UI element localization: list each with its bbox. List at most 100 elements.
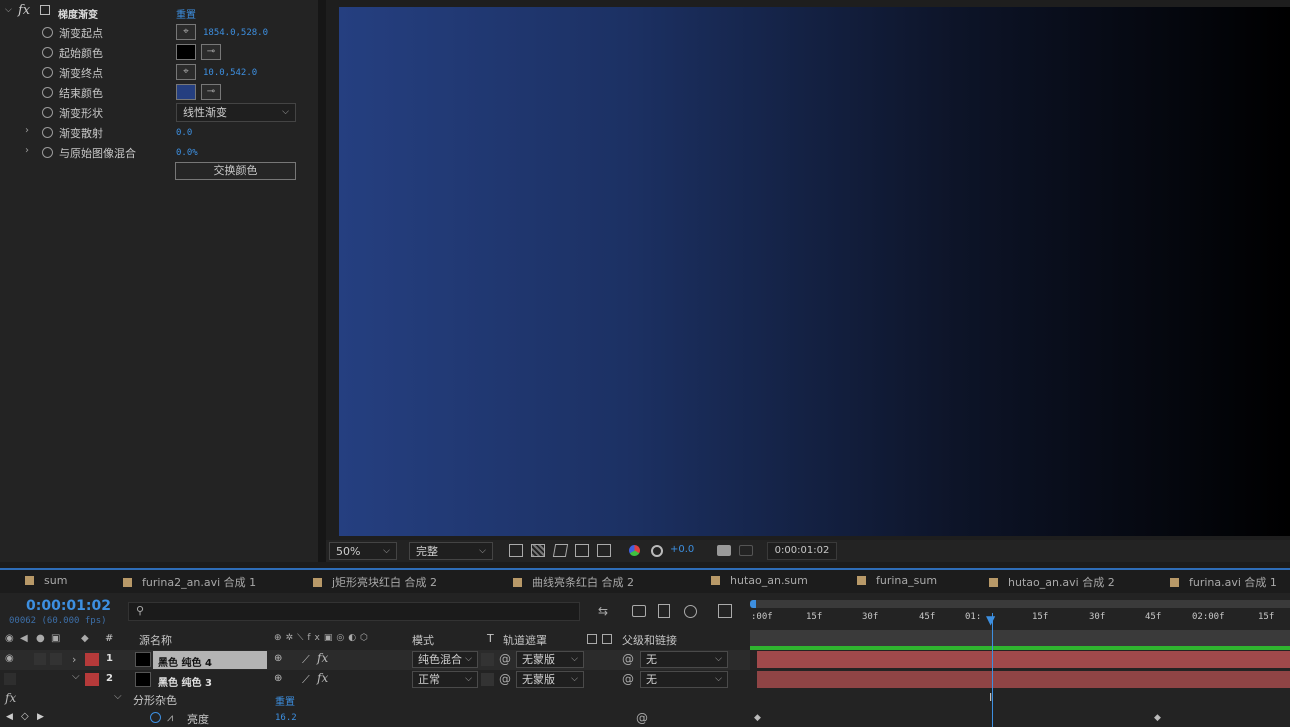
fx-icon[interactable]: fx [5, 691, 16, 705]
blend-mode-select[interactable]: 纯色混合 ⌵ [412, 651, 478, 668]
composition-canvas[interactable] [339, 7, 1290, 536]
visibility-toggle[interactable] [4, 673, 16, 685]
tab-rect-bright-comp2[interactable]: j矩形亮块红白 合成 2 [313, 574, 437, 590]
shy-switch-icon[interactable]: ⊕ [274, 653, 282, 664]
current-time-display[interactable]: 0:00:01:02 [767, 542, 837, 560]
tab-furina-avi-comp1[interactable]: furina.avi 合成 1 [1170, 574, 1277, 590]
tab-sum[interactable]: sum [25, 574, 67, 587]
swap-colors-button[interactable]: 交换颜色 [175, 162, 296, 180]
expand-chevron-icon[interactable]: › [72, 653, 76, 666]
tab-curve-bright-comp2[interactable]: 曲线亮条红白 合成 2 [513, 574, 634, 590]
mask-visibility-icon[interactable] [552, 544, 569, 557]
crosshair-icon[interactable]: ⌖ [176, 24, 196, 40]
parent-select[interactable]: 无 ⌵ [640, 671, 728, 688]
parent-pickwhip-icon[interactable]: @ [622, 672, 634, 686]
work-area-start-handle[interactable] [750, 600, 756, 608]
tab-hutao-an-avi-comp2[interactable]: hutao_an.avi 合成 2 [989, 574, 1115, 590]
layer-1-duration-bar[interactable] [757, 651, 1290, 668]
playhead-icon[interactable]: ▼ [986, 613, 995, 627]
track-matte-select[interactable]: 无蒙版 ⌵ [516, 671, 584, 688]
fx-switch-icon[interactable]: fx [317, 651, 328, 665]
matte-pickwhip-icon[interactable]: @ [499, 672, 511, 686]
motion-blur-icon[interactable] [684, 605, 697, 618]
layer-name-highlight[interactable]: 黑色 纯色 4 [153, 651, 267, 669]
shy-layers-icon[interactable] [632, 605, 646, 617]
add-keyframe-icon[interactable]: ◇ [21, 711, 29, 722]
reset-link[interactable]: 重置 [176, 6, 196, 21]
keyframe-icon[interactable]: ◆ [1154, 713, 1161, 723]
composition-flowchart-icon[interactable]: ⇆ [598, 604, 608, 618]
fast-preview-icon[interactable] [509, 544, 523, 557]
stopwatch-icon[interactable] [42, 47, 53, 58]
quality-switch-icon[interactable]: ⟋ [302, 673, 310, 687]
stopwatch-icon[interactable] [150, 712, 161, 723]
expand-chevron-icon[interactable]: › [25, 145, 29, 156]
resolution-select[interactable]: 完整 ⌵ [409, 542, 493, 560]
gradient-shape-select[interactable]: 线性渐变 ⌵ [176, 103, 296, 122]
eyedropper-icon[interactable]: ⊸ [201, 44, 221, 60]
fx-icon[interactable]: fx [18, 3, 30, 18]
stopwatch-icon[interactable] [42, 27, 53, 38]
tab-hutao-an-sum[interactable]: hutao_an.sum [711, 574, 808, 587]
exposure-reset-icon[interactable] [651, 545, 663, 557]
preserve-transparency-toggle[interactable] [481, 653, 494, 666]
graph-editor-icon[interactable] [718, 604, 732, 618]
stopwatch-icon[interactable] [42, 87, 53, 98]
eyedropper-icon[interactable]: ⊸ [201, 84, 221, 100]
tab-furina2-an-avi-comp1[interactable]: furina2_an.avi 合成 1 [123, 574, 256, 590]
visibility-eye-icon[interactable]: ◉ [5, 653, 14, 664]
transparency-grid-icon[interactable] [531, 544, 545, 557]
show-snapshot-icon[interactable] [739, 545, 753, 556]
expression-pickwhip-icon[interactable]: @ [636, 711, 648, 725]
shy-switch-icon[interactable]: ⊕ [274, 673, 282, 684]
property-value[interactable]: 16.2 [275, 713, 297, 723]
crosshair-icon[interactable]: ⌖ [176, 64, 196, 80]
collapse-chevron-icon[interactable]: ⌵ [114, 691, 122, 702]
end-point-value[interactable]: 10.0,542.0 [203, 68, 257, 78]
end-color-swatch[interactable] [176, 84, 196, 100]
layer-2-duration-bar[interactable] [757, 671, 1290, 688]
time-ruler[interactable]: :00f 15f 30f 45f 01: 15f 30f 45f 02:00f … [750, 609, 1290, 627]
prev-keyframe-icon[interactable]: ◀ [6, 712, 13, 722]
snapshot-camera-icon[interactable] [717, 545, 731, 556]
layer-row[interactable]: ◉ › 1 黑色 纯色 4 ⊕ ⟋ fx 纯色混合 ⌵ @ 无蒙版 ⌵ @ 无 ⌵ [0, 650, 750, 670]
frame-blending-icon[interactable] [658, 604, 670, 618]
quality-switch-icon[interactable]: ⟋ [302, 653, 310, 667]
scatter-value[interactable]: 0.0 [176, 128, 192, 138]
stopwatch-icon[interactable] [42, 147, 53, 158]
preserve-transparency-toggle[interactable] [481, 673, 494, 686]
expand-chevron-icon[interactable]: › [25, 125, 29, 136]
reset-link[interactable]: 重置 [275, 693, 295, 708]
matte-pickwhip-icon[interactable]: @ [499, 652, 511, 666]
layer-row[interactable]: ⌵ 2 黑色 纯色 3 ⊕ ⟋ fx 正常 ⌵ @ 无蒙版 ⌵ @ 无 ⌵ [0, 670, 750, 690]
collapse-chevron-icon[interactable]: ⌵ [72, 671, 80, 682]
work-area-bar[interactable] [753, 600, 1290, 608]
keyframe-icon[interactable]: ◆ [754, 713, 761, 723]
blend-value[interactable]: 0.0% [176, 148, 198, 158]
grid-guides-icon[interactable] [597, 544, 611, 557]
exposure-value[interactable]: +0.0 [670, 544, 694, 555]
collapse-chevron-icon[interactable]: ⌵ [5, 5, 12, 15]
layer-name[interactable]: 黑色 纯色 3 [158, 674, 212, 689]
lock-toggle[interactable] [50, 653, 62, 665]
next-keyframe-icon[interactable]: ▶ [37, 712, 44, 722]
fx-switch-icon[interactable]: fx [317, 671, 328, 685]
stopwatch-icon[interactable] [42, 107, 53, 118]
parent-pickwhip-icon[interactable]: @ [622, 652, 634, 666]
zoom-select[interactable]: 50% ⌵ [329, 542, 397, 560]
current-time-indicator[interactable] [992, 613, 993, 727]
source-name-header[interactable]: 源名称 [139, 632, 172, 648]
timeline-timecode[interactable]: 0:00:01:02 [26, 598, 111, 614]
solo-toggle[interactable] [34, 653, 46, 665]
label-color-swatch[interactable] [85, 653, 99, 666]
label-color-swatch[interactable] [85, 673, 99, 686]
stopwatch-icon[interactable] [42, 127, 53, 138]
track-matte-select[interactable]: 无蒙版 ⌵ [516, 651, 584, 668]
channel-icon[interactable] [629, 545, 640, 556]
graph-icon[interactable]: ⩘ [167, 711, 173, 725]
stopwatch-icon[interactable] [42, 67, 53, 78]
tab-furina-sum[interactable]: furina_sum [857, 574, 937, 587]
start-color-swatch[interactable] [176, 44, 196, 60]
blend-mode-select[interactable]: 正常 ⌵ [412, 671, 478, 688]
parent-select[interactable]: 无 ⌵ [640, 651, 728, 668]
